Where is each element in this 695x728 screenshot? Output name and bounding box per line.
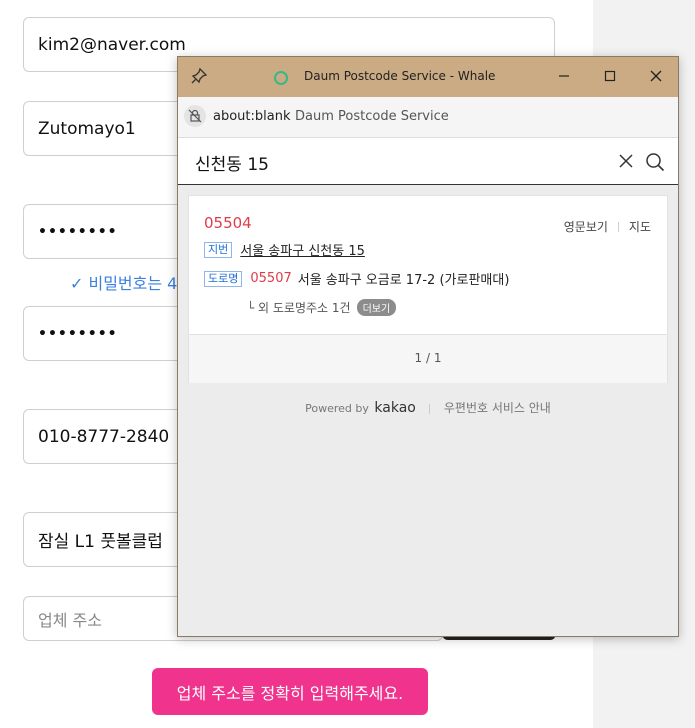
road-badge: 도로명	[204, 270, 243, 287]
address-page-title: Daum Postcode Service	[295, 109, 449, 124]
postcode-popup-window: Daum Postcode Service - Whale about:blan…	[177, 56, 679, 637]
window-title-bar[interactable]: Daum Postcode Service - Whale	[178, 57, 678, 97]
maximize-icon[interactable]	[592, 63, 628, 89]
password-hint: ✓ 비밀번호는 4	[70, 274, 178, 293]
company-name-value: 잠실 L1 풋볼클럽	[38, 532, 163, 552]
nickname-value: Zutomayo1	[38, 118, 136, 139]
other-road-address-row: └ 외 도로명주소 1건 더보기	[247, 299, 397, 316]
password-confirm-value: ••••••••	[38, 325, 118, 342]
footer-divider	[429, 404, 431, 414]
kakao-logo[interactable]: kakao	[374, 400, 415, 416]
submit-button[interactable]: 업체 주소를 정확히 입력해주세요.	[152, 668, 428, 715]
jibun-badge: 지번	[204, 241, 233, 258]
english-view-link[interactable]: 영문보기	[564, 218, 608, 235]
result-links: 영문보기 지도	[564, 218, 651, 235]
address-url[interactable]: about:blank	[213, 109, 291, 124]
more-button[interactable]: 더보기	[356, 299, 397, 316]
address-bar: about:blank Daum Postcode Service	[178, 97, 678, 138]
link-divider	[617, 221, 619, 232]
other-road-address-text: └ 외 도로명주소 1건	[247, 301, 351, 315]
search-icon[interactable]	[645, 152, 665, 172]
map-link[interactable]: 지도	[629, 218, 651, 235]
phone-value: 010-8777-2840	[38, 426, 170, 447]
browser-logo-icon	[274, 71, 288, 85]
minimize-icon[interactable]	[546, 63, 582, 89]
clear-icon[interactable]	[617, 152, 635, 170]
pin-icon[interactable]	[190, 67, 208, 85]
postcode-result-card[interactable]: 05504 영문보기 지도 지번 서울 송파구 신천동 15 도로명 05507…	[188, 195, 668, 383]
popup-footer: Powered by kakao 우편번호 서비스 안내	[178, 399, 678, 416]
password-value: ••••••••	[38, 223, 118, 240]
email-value: kim2@naver.com	[38, 34, 186, 55]
powered-by-text: Powered by	[305, 402, 369, 415]
company-address-placeholder: 업체 주소	[38, 610, 102, 630]
window-title: Daum Postcode Service - Whale	[304, 69, 496, 83]
close-window-icon[interactable]	[638, 63, 674, 89]
pager-area: 1 / 1	[189, 334, 667, 383]
result-zipcode[interactable]: 05504	[204, 214, 252, 232]
search-input[interactable]: 신천동 15	[195, 150, 269, 175]
road-address[interactable]: 서울 송파구 오금로 17-2 (가로판매대)	[298, 269, 510, 288]
postcode-search-bar[interactable]: 신천동 15	[178, 138, 678, 185]
road-row[interactable]: 도로명 05507 서울 송파구 오금로 17-2 (가로판매대)	[204, 269, 509, 288]
site-info-icon[interactable]	[184, 105, 206, 127]
jibun-address[interactable]: 서울 송파구 신천동 15	[240, 240, 365, 259]
road-zipcode: 05507	[250, 271, 292, 286]
service-guide-link[interactable]: 우편번호 서비스 안내	[444, 401, 551, 415]
jibun-row[interactable]: 지번 서울 송파구 신천동 15	[204, 240, 365, 259]
pagination: 1 / 1	[414, 351, 442, 365]
